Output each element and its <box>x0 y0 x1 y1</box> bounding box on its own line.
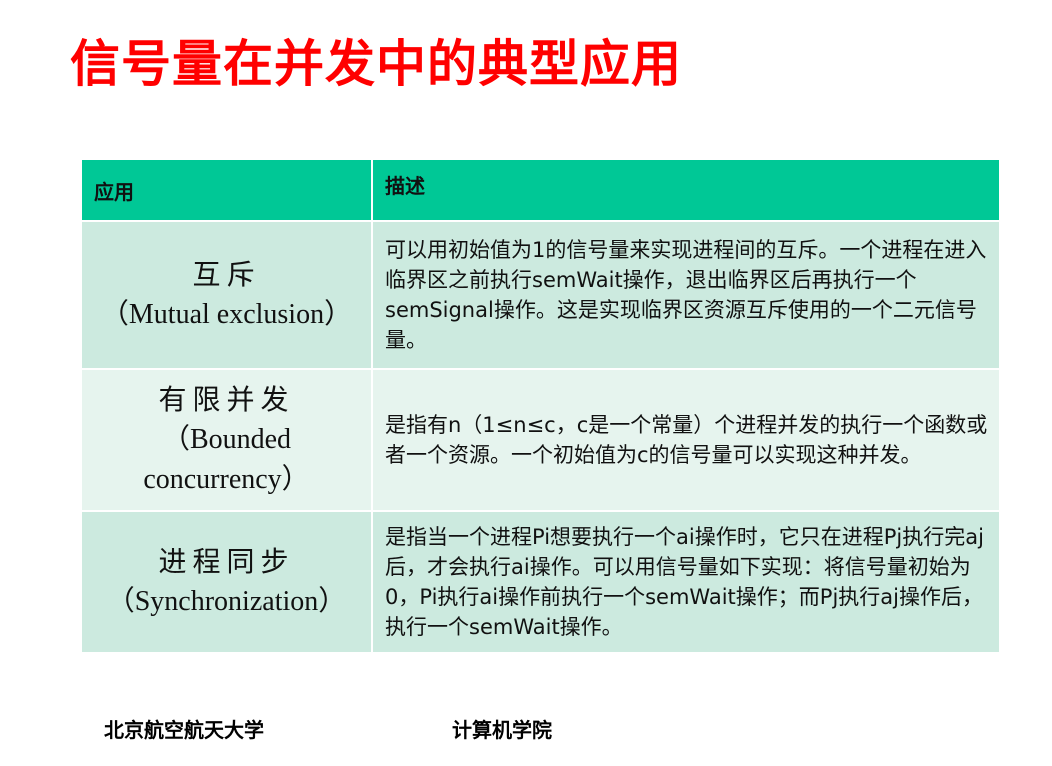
application-name-zh: 有限并发 <box>158 383 295 416</box>
application-description: 是指有n（1≤n≤c，c是一个常量）个进程并发的执行一个函数或者一个资源。一个初… <box>371 368 1001 512</box>
application-description: 可以用初始值为1的信号量来实现进程间的互斥。一个进程在进入临界区之前执行semW… <box>371 220 1001 370</box>
table-row: 进程同步 （Synchronization） 是指当一个进程Pi想要执行一个ai… <box>80 510 1001 654</box>
application-name-en: （Synchronization） <box>106 586 347 617</box>
application-name-en: （Mutual exclusion） <box>100 299 353 330</box>
table-header-row: 应用 描述 <box>80 158 1001 222</box>
application-name-cell: 进程同步 （Synchronization） <box>80 510 373 654</box>
table-row: 有限并发 （Bounded concurrency） 是指有n（1≤n≤c，c是… <box>80 368 1001 512</box>
application-name-en: （Bounded concurrency） <box>143 424 310 495</box>
applications-table: 应用 描述 互斥 （Mutual exclusion） 可以用初始值为1的信号量… <box>80 158 1001 654</box>
application-name-cell: 有限并发 （Bounded concurrency） <box>80 368 373 512</box>
application-name-zh: 互斥 <box>192 258 261 291</box>
table-row: 互斥 （Mutual exclusion） 可以用初始值为1的信号量来实现进程间… <box>80 220 1001 370</box>
application-description: 是指当一个进程Pi想要执行一个ai操作时，它只在进程Pj执行完aj后，才会执行a… <box>371 510 1001 654</box>
application-name-zh: 进程同步 <box>158 545 295 578</box>
footer-university: 北京航空航天大学 <box>104 718 264 742</box>
application-name-cell: 互斥 （Mutual exclusion） <box>80 220 373 370</box>
header-application: 应用 <box>80 158 373 222</box>
header-description: 描述 <box>371 158 1001 222</box>
page-title: 信号量在并发中的典型应用 <box>70 35 682 93</box>
footer-school: 计算机学院 <box>452 718 552 742</box>
